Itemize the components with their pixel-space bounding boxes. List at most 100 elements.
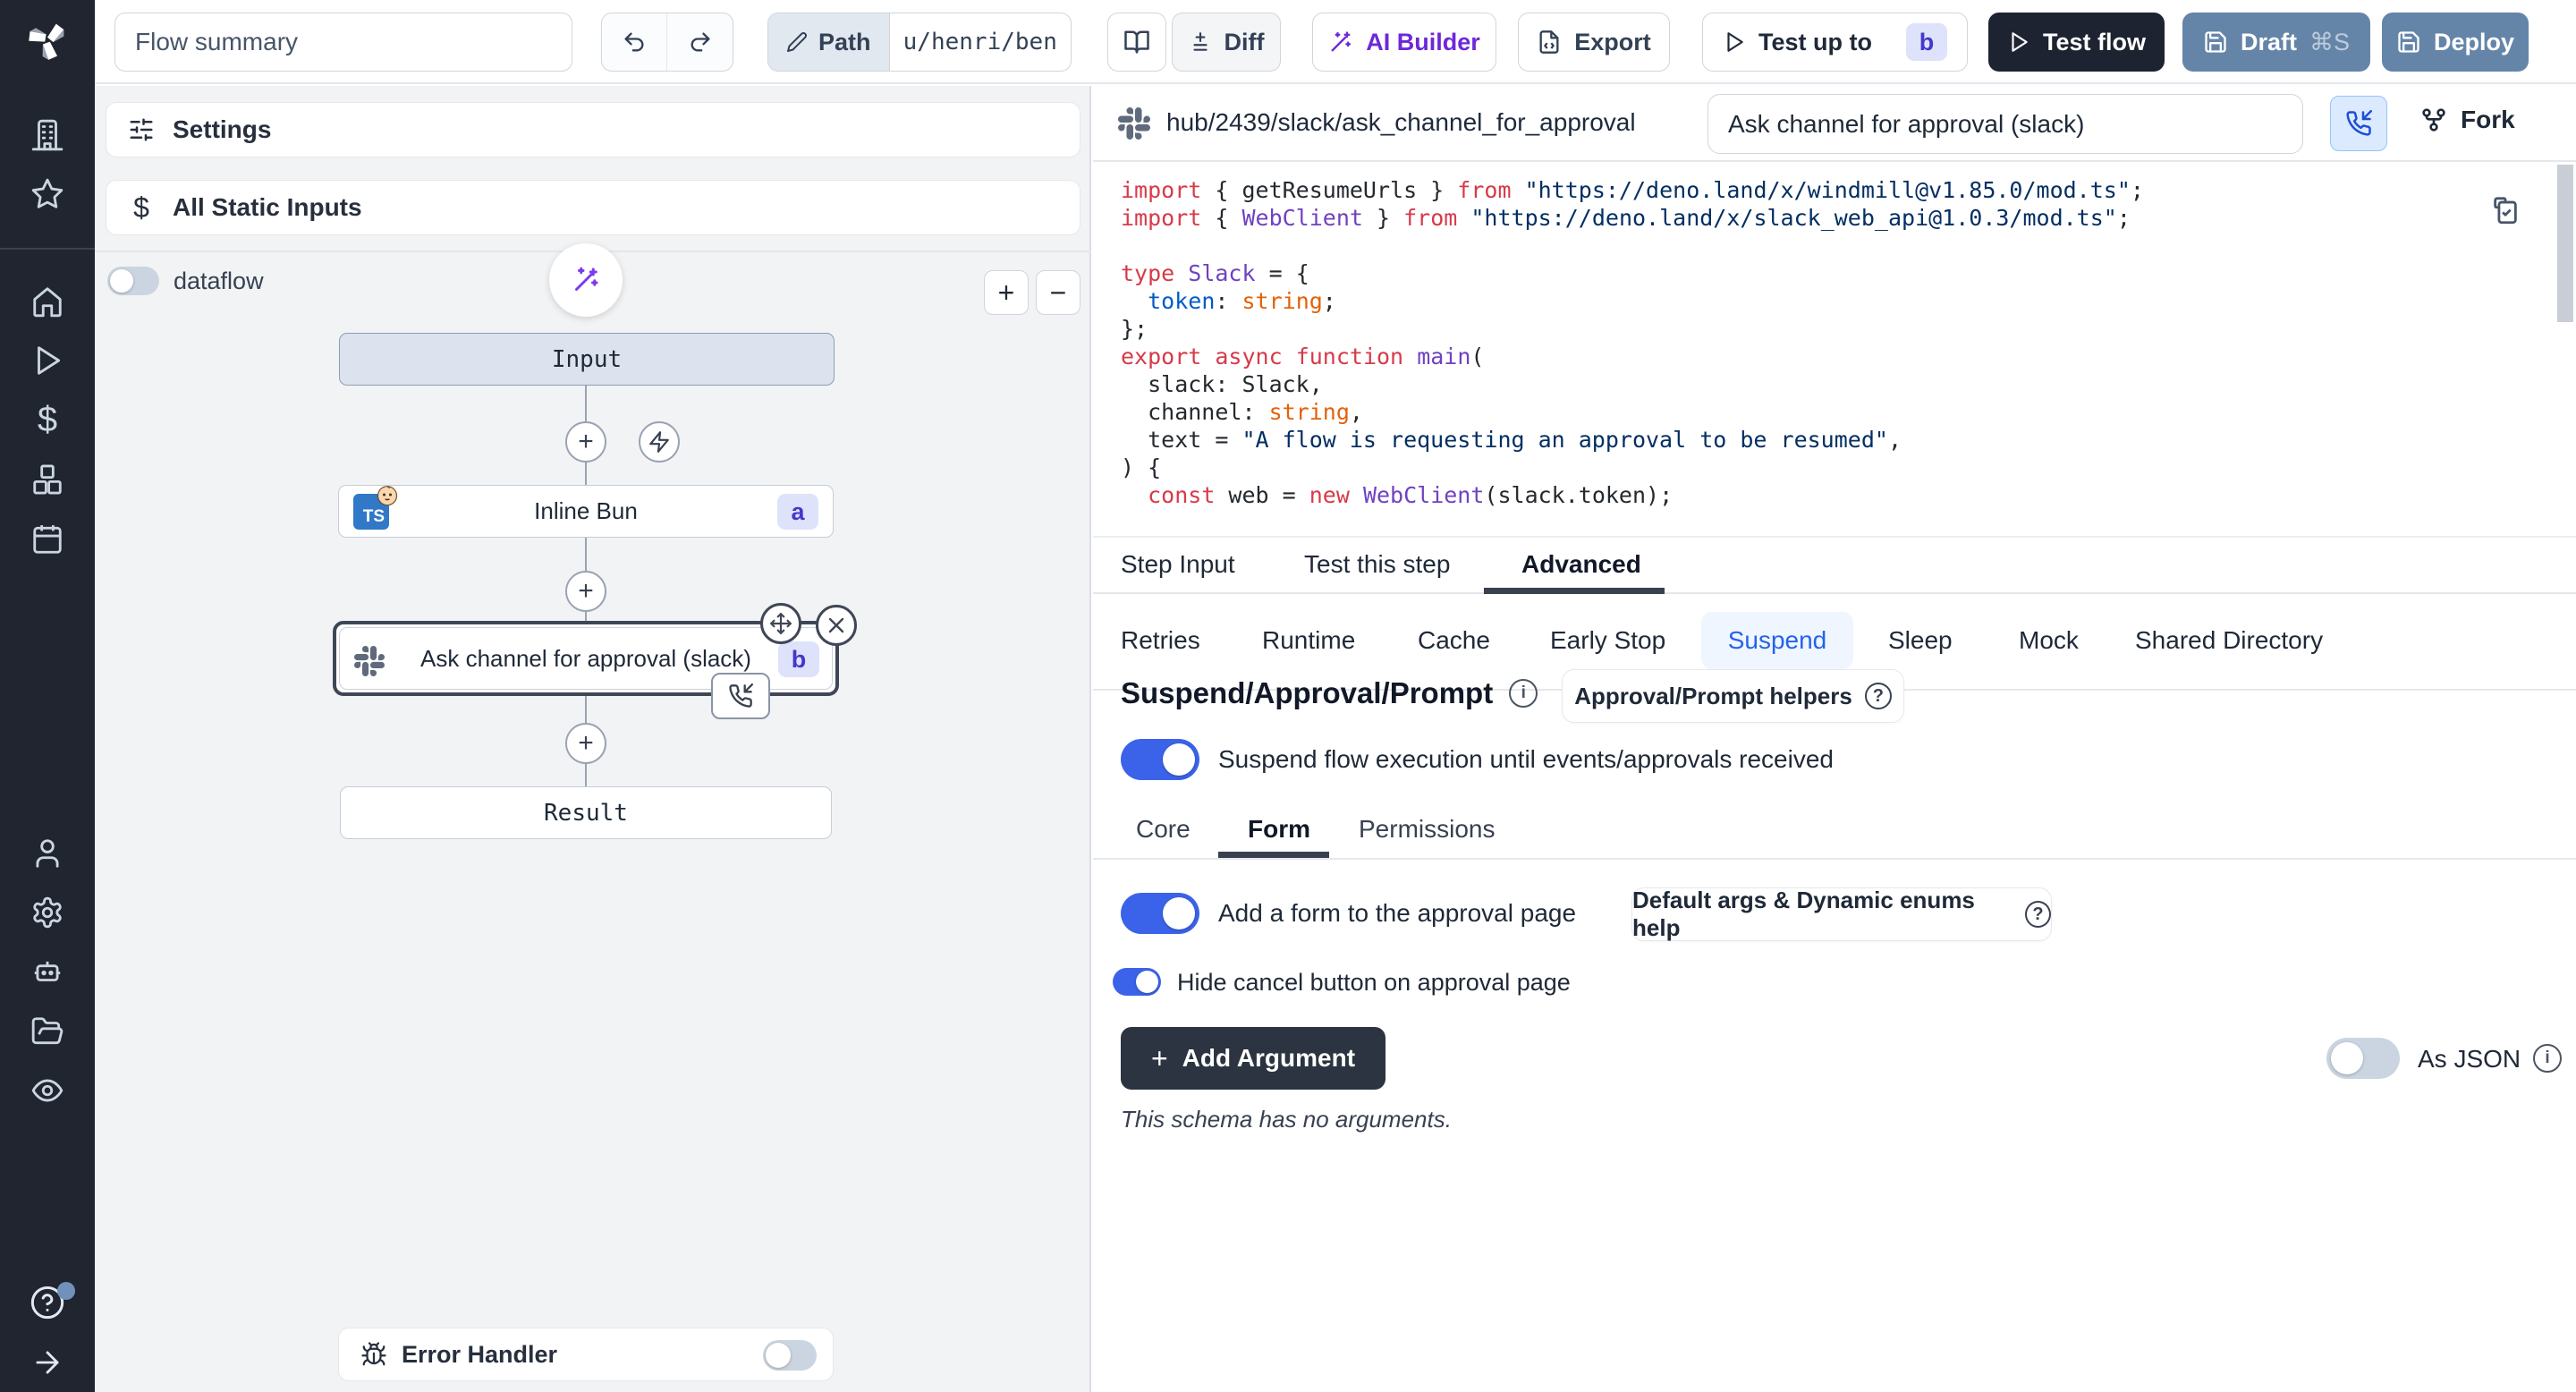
add-form-toggle-label: Add a form to the approval page <box>1218 899 1576 928</box>
static-inputs-button[interactable]: $ All Static Inputs <box>106 180 1080 235</box>
suspend-flow-toggle-label: Suspend flow execution until events/appr… <box>1218 745 1834 774</box>
subtab-shared-directory[interactable]: Shared Directory <box>2135 626 2323 655</box>
zoom-out-button[interactable]: − <box>1036 270 1080 315</box>
subtab-early-stop[interactable]: Early Stop <box>1550 626 1665 655</box>
diff-button[interactable]: Diff <box>1172 13 1281 72</box>
code-lines: import { getResumeUrls } from "https://d… <box>1121 176 2144 509</box>
flow-node-step-a[interactable]: TS Inline Bun a <box>338 485 834 538</box>
flow-node-input[interactable]: Input <box>339 333 835 386</box>
suspend-flow-toggle[interactable] <box>1121 739 1199 780</box>
subtab-mock[interactable]: Mock <box>2019 626 2079 655</box>
error-handler-label: Error Handler <box>402 1341 557 1369</box>
trigger-lightning-button[interactable] <box>639 421 680 463</box>
error-handler-card[interactable]: Error Handler <box>338 1328 834 1381</box>
subtab-cache[interactable]: Cache <box>1418 626 1490 655</box>
sliders-icon <box>128 116 155 143</box>
default-args-help-button[interactable]: Default args & Dynamic enums help ? <box>1631 887 2052 941</box>
insert-step-button[interactable]: + <box>565 571 606 612</box>
add-argument-button[interactable]: + Add Argument <box>1121 1027 1385 1090</box>
error-handler-toggle[interactable] <box>763 1340 817 1371</box>
ai-flow-wand-button[interactable] <box>549 243 623 317</box>
docs-book-button[interactable] <box>1107 13 1166 72</box>
redo-button[interactable] <box>667 13 733 71</box>
folders-icon[interactable] <box>0 1002 95 1061</box>
suspend-tab-form-active[interactable]: Form <box>1248 815 1310 844</box>
move-step-handle[interactable] <box>760 603 801 644</box>
hide-cancel-toggle[interactable] <box>1113 968 1161 996</box>
subtab-sleep[interactable]: Sleep <box>1888 626 1953 655</box>
test-flow-button[interactable]: Test flow <box>1988 13 2165 72</box>
windmill-logo[interactable] <box>0 0 95 80</box>
export-button[interactable]: Export <box>1518 13 1670 72</box>
dataflow-toggle[interactable] <box>107 267 159 295</box>
close-icon <box>826 615 847 636</box>
tab-step-input[interactable]: Step Input <box>1121 550 1235 579</box>
ai-builder-button[interactable]: AI Builder <box>1312 13 1496 72</box>
fork-button[interactable]: Fork <box>2419 106 2515 134</box>
add-argument-label: Add Argument <box>1182 1044 1355 1073</box>
suspend-tab-core[interactable]: Core <box>1136 815 1191 844</box>
lightning-icon <box>648 430 671 454</box>
zoom-in-button[interactable]: + <box>984 270 1029 315</box>
resources-icon[interactable] <box>0 450 95 509</box>
diff-icon <box>1189 30 1212 54</box>
approval-prompt-helpers-button[interactable]: Approval/Prompt helpers ? <box>1562 669 1904 723</box>
workspace-icon[interactable] <box>0 106 95 165</box>
as-json-toggle[interactable] <box>2326 1038 2400 1079</box>
subtab-retries[interactable]: Retries <box>1121 626 1200 655</box>
undo-button[interactable] <box>602 13 667 71</box>
export-label: Export <box>1574 29 1651 56</box>
step-a-badge: a <box>777 494 818 530</box>
tab-advanced[interactable]: Advanced <box>1521 550 1641 579</box>
copy-code-icon[interactable] <box>2490 196 2521 226</box>
ai-builder-label: AI Builder <box>1366 29 1480 56</box>
flow-settings-button[interactable]: Settings <box>106 102 1080 157</box>
tab-test-this-step[interactable]: Test this step <box>1304 550 1450 579</box>
info-icon[interactable]: i <box>2533 1044 2562 1073</box>
deploy-label: Deploy <box>2434 29 2514 56</box>
audit-eye-icon[interactable] <box>0 1061 95 1120</box>
hub-script-path: hub/2439/slack/ask_channel_for_approval <box>1166 108 1636 137</box>
help-notification-dot <box>57 1282 75 1300</box>
flow-settings-label: Settings <box>173 115 271 144</box>
variables-icon[interactable]: $ <box>0 391 95 450</box>
insert-step-button[interactable]: + <box>565 421 606 463</box>
runs-icon[interactable] <box>0 331 95 390</box>
step-name-input[interactable] <box>1707 94 2303 154</box>
insert-step-button[interactable]: + <box>565 723 606 764</box>
path-button[interactable]: Path u/henri/ben <box>767 13 1072 72</box>
code-editor[interactable]: import { getResumeUrls } from "https://d… <box>1093 164 2576 538</box>
pencil-icon <box>786 31 808 53</box>
suspend-phone-button[interactable] <box>2330 96 2387 151</box>
help-icon[interactable] <box>0 1273 95 1332</box>
favorites-star-icon[interactable] <box>0 165 95 224</box>
deploy-button[interactable]: Deploy <box>2382 13 2529 72</box>
test-flow-label: Test flow <box>2043 29 2146 56</box>
draft-button[interactable]: Draft ⌘S <box>2182 13 2370 72</box>
top-toolbar: Path u/henri/ben Diff AI Builder Export … <box>0 0 2576 84</box>
editor-scrollbar-thumb[interactable] <box>2557 165 2573 322</box>
move-icon <box>769 612 792 635</box>
static-inputs-label: All Static Inputs <box>173 193 362 222</box>
undo-redo-group <box>601 13 733 72</box>
dollar-icon: $ <box>128 191 155 225</box>
flow-summary-input[interactable] <box>114 13 572 72</box>
subtab-runtime[interactable]: Runtime <box>1262 626 1355 655</box>
diff-label: Diff <box>1224 29 1265 56</box>
expand-sidebar-arrow-icon[interactable] <box>0 1333 95 1392</box>
home-icon[interactable] <box>0 272 95 331</box>
suspend-tab-permissions[interactable]: Permissions <box>1359 815 1495 844</box>
flow-node-result[interactable]: Result <box>340 786 832 839</box>
dataflow-label: dataflow <box>174 267 264 295</box>
users-icon[interactable] <box>0 823 95 882</box>
fork-label: Fork <box>2461 106 2515 134</box>
schedules-icon[interactable] <box>0 509 95 568</box>
settings-gear-icon[interactable] <box>0 883 95 942</box>
delete-step-button[interactable] <box>816 605 857 646</box>
play-icon <box>2007 30 2030 54</box>
subtab-suspend-active[interactable]: Suspend <box>1701 612 1853 669</box>
test-up-to-button[interactable]: Test up to b <box>1702 13 1968 72</box>
add-form-toggle[interactable] <box>1121 893 1199 934</box>
workers-bot-icon[interactable] <box>0 942 95 1001</box>
info-icon[interactable]: i <box>1509 679 1538 708</box>
